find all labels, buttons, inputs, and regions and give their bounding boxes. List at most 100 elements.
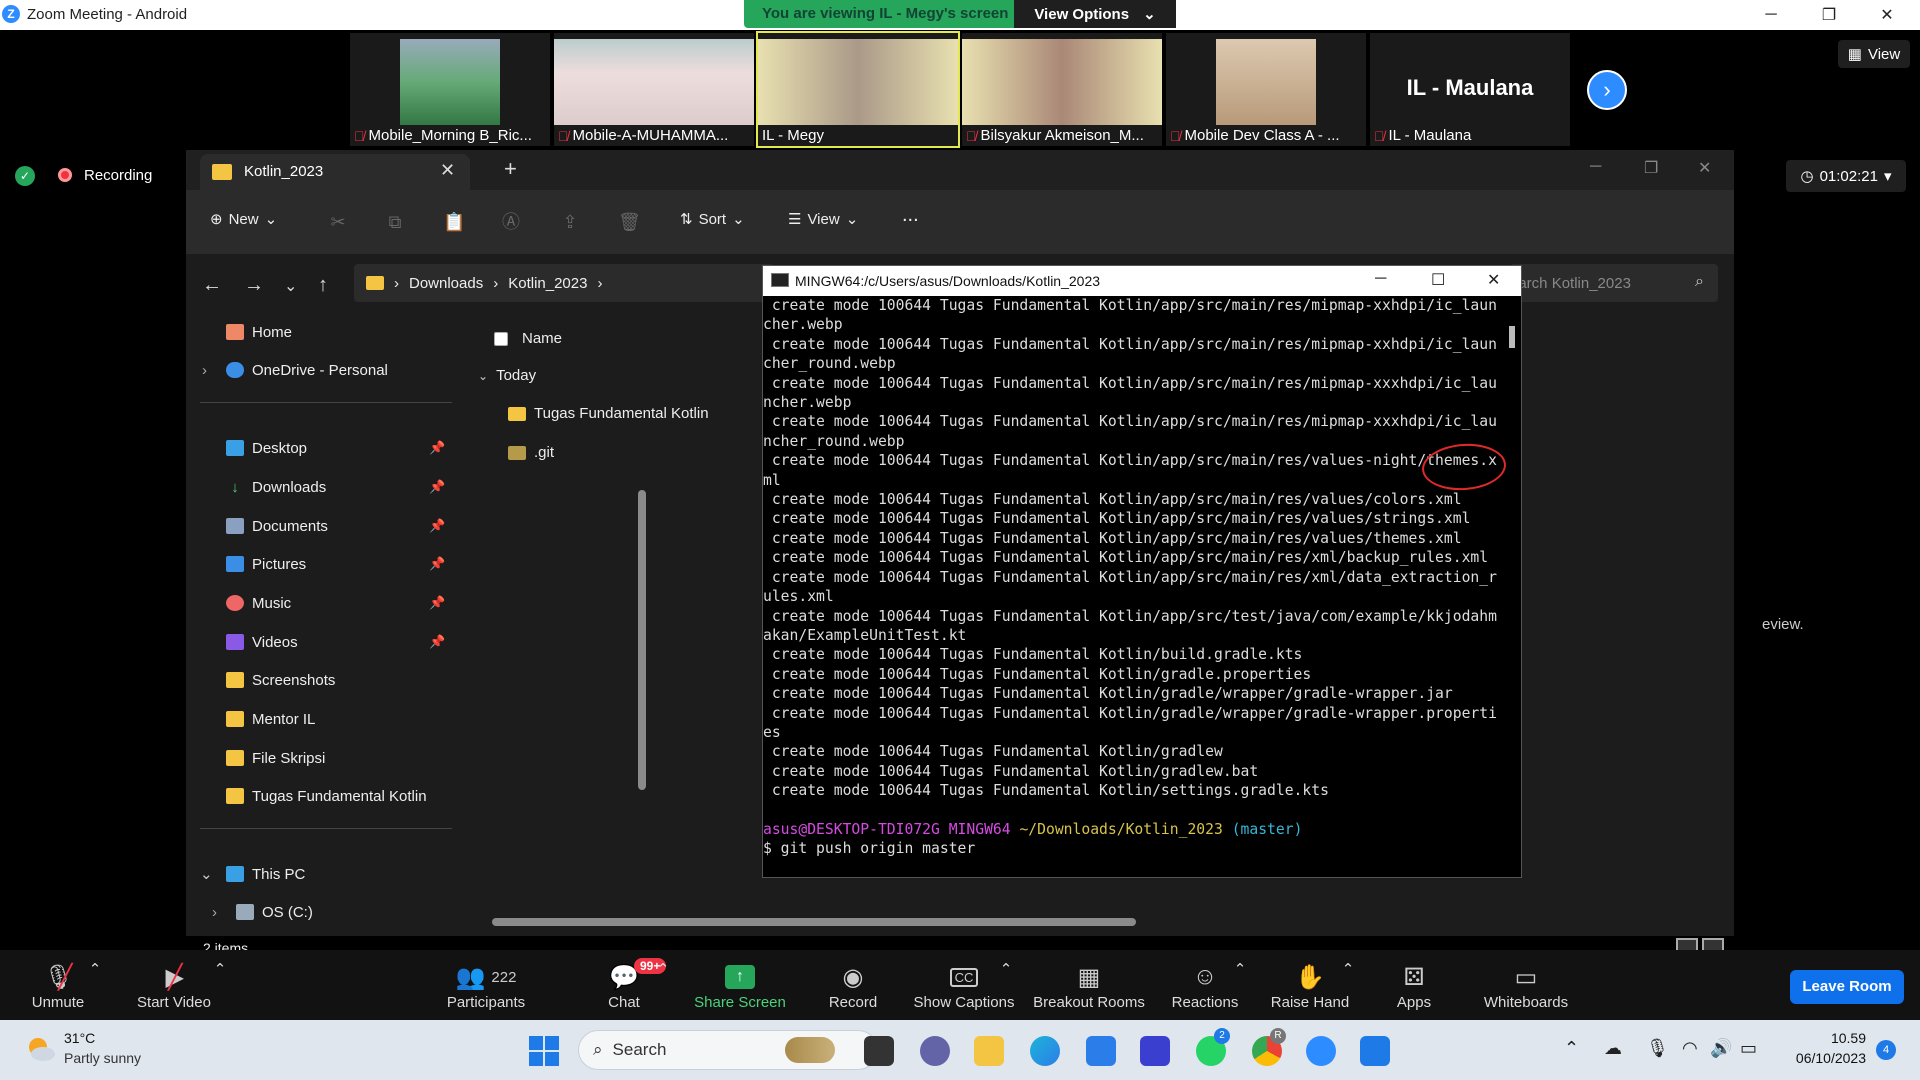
- participant-tile[interactable]: 🎙̸ Bilsyakur Akmeison_M...: [962, 33, 1162, 146]
- sidebar-item-music[interactable]: Music 📌: [186, 585, 468, 621]
- forward-icon[interactable]: →: [244, 274, 264, 297]
- close-icon[interactable]: ✕: [1858, 0, 1916, 30]
- partly-sunny-icon[interactable]: [24, 1034, 56, 1064]
- view-button[interactable]: ▦ View: [1838, 40, 1910, 68]
- list-item[interactable]: .git: [508, 444, 554, 461]
- maximize-icon[interactable]: ❐: [1644, 158, 1658, 178]
- breadcrumb-item[interactable]: Kotlin_2023: [508, 275, 587, 292]
- name-column-header[interactable]: Name: [494, 330, 562, 347]
- cut-icon[interactable]: ✂: [328, 212, 348, 232]
- meeting-timer[interactable]: ◷ 01:02:21 ▾: [1786, 160, 1906, 192]
- sidebar-item-documents[interactable]: Documents 📌: [186, 508, 468, 544]
- terminal-command[interactable]: $ git push origin master: [763, 839, 1521, 858]
- whatsapp-icon[interactable]: 2: [1196, 1028, 1230, 1066]
- next-participants-button[interactable]: ›: [1587, 70, 1627, 110]
- sidebar-item-mentor-il[interactable]: Mentor IL: [186, 701, 468, 737]
- windows-start-icon[interactable]: [529, 1036, 559, 1066]
- sidebar-item-home[interactable]: Home: [186, 314, 468, 350]
- sidebar-item-desktop[interactable]: Desktop 📌: [186, 430, 468, 466]
- edge-icon[interactable]: [1030, 1036, 1060, 1066]
- notification-badge[interactable]: 4: [1876, 1040, 1896, 1060]
- sidebar-item-file-skripsi[interactable]: File Skripsi: [186, 740, 468, 776]
- address-bar[interactable]: › Downloads › Kotlin_2023 ›: [354, 264, 774, 302]
- clock-date[interactable]: 06/10/2023: [1788, 1050, 1866, 1066]
- delete-icon[interactable]: 🗑: [618, 212, 641, 232]
- list-item[interactable]: Tugas Fundamental Kotlin: [508, 405, 709, 422]
- rename-icon[interactable]: Ⓐ: [501, 212, 521, 232]
- photos-icon[interactable]: [1360, 1036, 1390, 1066]
- participant-name: Mobile_Morning B_Ric...: [368, 127, 532, 144]
- up-icon[interactable]: ↑: [318, 274, 328, 297]
- copy-icon[interactable]: ⧉: [385, 212, 405, 232]
- sort-button[interactable]: ⇅ Sort ⌄: [680, 210, 745, 229]
- weather-temperature[interactable]: 31°C: [64, 1030, 95, 1046]
- sidebar-item-tugas-fundamental-kotlin[interactable]: Tugas Fundamental Kotlin: [186, 778, 468, 814]
- clock-time[interactable]: 10.59: [1788, 1030, 1866, 1046]
- apps-button[interactable]: ⚄ Apps: [1364, 960, 1464, 1012]
- terminal-output[interactable]: create mode 100644 Tugas Fundamental Kot…: [763, 296, 1521, 876]
- leave-room-button[interactable]: Leave Room: [1790, 970, 1904, 1004]
- participant-tile[interactable]: IL - Maulana 🎙̸ IL - Maulana: [1370, 33, 1570, 146]
- minimize-icon[interactable]: ─: [1375, 270, 1386, 288]
- record-button[interactable]: ◉ Record: [803, 960, 903, 1012]
- maximize-icon[interactable]: ☐: [1431, 270, 1445, 290]
- taskbar-search-box[interactable]: ⌕ Search: [578, 1030, 878, 1070]
- app-icon[interactable]: [1140, 1036, 1170, 1066]
- minimize-icon[interactable]: ─: [1742, 0, 1800, 30]
- view-options-button[interactable]: View Options ⌄: [1014, 0, 1176, 28]
- whiteboards-button[interactable]: ▭ Whiteboards: [1476, 960, 1576, 1012]
- close-icon[interactable]: ✕: [1698, 158, 1711, 178]
- pin-icon: 📌: [429, 518, 446, 533]
- terminal-titlebar[interactable]: MINGW64:/c/Users/asus/Downloads/Kotlin_2…: [763, 266, 1521, 296]
- recent-locations-icon[interactable]: ⌄: [284, 276, 297, 296]
- chrome-icon[interactable]: R: [1252, 1028, 1286, 1066]
- share-icon[interactable]: ⇪: [560, 212, 580, 232]
- new-button[interactable]: ⊕ New ⌄: [210, 210, 277, 229]
- explorer-tab[interactable]: Kotlin_2023 ✕: [200, 154, 470, 190]
- new-tab-button[interactable]: +: [504, 156, 517, 182]
- weather-description[interactable]: Partly sunny: [64, 1050, 141, 1066]
- wifi-icon[interactable]: ◠: [1682, 1038, 1698, 1059]
- sidebar-item-videos[interactable]: Videos 📌: [186, 624, 468, 660]
- participant-tile[interactable]: 🎙̸ Mobile_Morning B_Ric...: [350, 33, 550, 146]
- video-options-caret[interactable]: ⌃: [170, 960, 270, 978]
- volume-icon[interactable]: 🔊: [1710, 1038, 1732, 1059]
- sidebar-item-downloads[interactable]: ↓ Downloads 📌: [186, 469, 468, 505]
- breakout-rooms-button[interactable]: ▦ Breakout Rooms: [1028, 960, 1150, 1012]
- view-menu-button[interactable]: ☰ View ⌄: [788, 210, 858, 229]
- terminal-scrollbar[interactable]: [1509, 326, 1515, 348]
- close-icon[interactable]: ✕: [1487, 270, 1500, 290]
- search-input[interactable]: earch Kotlin_2023 ⌕: [1510, 264, 1718, 302]
- microphone-tray-icon[interactable]: 🎙: [1646, 1038, 1669, 1059]
- more-options-button[interactable]: ...: [902, 204, 919, 227]
- show-hidden-icons-icon[interactable]: ⌃: [1564, 1038, 1579, 1059]
- sidebar-item-os-drive[interactable]: › OS (C:): [186, 894, 468, 930]
- file-explorer-icon[interactable]: [974, 1036, 1004, 1066]
- terminal-window[interactable]: MINGW64:/c/Users/asus/Downloads/Kotlin_2…: [762, 265, 1522, 878]
- participant-tile[interactable]: 🎙̸ Mobile-A-MUHAMMA...: [554, 33, 754, 146]
- sidebar-item-this-pc[interactable]: ⌄ This PC: [186, 856, 468, 892]
- close-tab-icon[interactable]: ✕: [440, 160, 455, 181]
- group-header-today[interactable]: ⌄ Today: [478, 367, 536, 384]
- sidebar-item-onedrive[interactable]: › OneDrive - Personal: [186, 352, 468, 388]
- task-view-icon[interactable]: [864, 1036, 894, 1066]
- participant-tile-active[interactable]: IL - Megy: [756, 31, 960, 148]
- mail-icon[interactable]: [1086, 1036, 1116, 1066]
- breadcrumb-item[interactable]: Downloads: [409, 275, 483, 292]
- minimize-icon[interactable]: ─: [1590, 158, 1601, 176]
- sidebar-item-pictures[interactable]: Pictures 📌: [186, 546, 468, 582]
- paste-icon[interactable]: 📋: [443, 212, 465, 232]
- restore-icon[interactable]: ❐: [1800, 0, 1858, 30]
- sidebar-item-screenshots[interactable]: Screenshots: [186, 662, 468, 698]
- horizontal-scrollbar[interactable]: [492, 918, 1136, 926]
- back-icon[interactable]: ←: [202, 274, 222, 297]
- share-screen-button[interactable]: ↑ Share Screen: [690, 960, 790, 1011]
- checkbox[interactable]: [494, 331, 508, 346]
- battery-icon[interactable]: ▭: [1740, 1038, 1757, 1059]
- participant-tile[interactable]: 🎙̸ Mobile Dev Class A - ...: [1166, 33, 1366, 146]
- zoom-taskbar-icon[interactable]: [1306, 1036, 1336, 1066]
- onedrive-tray-icon[interactable]: ☁: [1604, 1038, 1622, 1059]
- shield-icon[interactable]: ✓: [15, 166, 35, 186]
- participants-button[interactable]: 👥 222 Participants: [436, 960, 536, 1012]
- teams-chat-icon[interactable]: [920, 1036, 950, 1066]
